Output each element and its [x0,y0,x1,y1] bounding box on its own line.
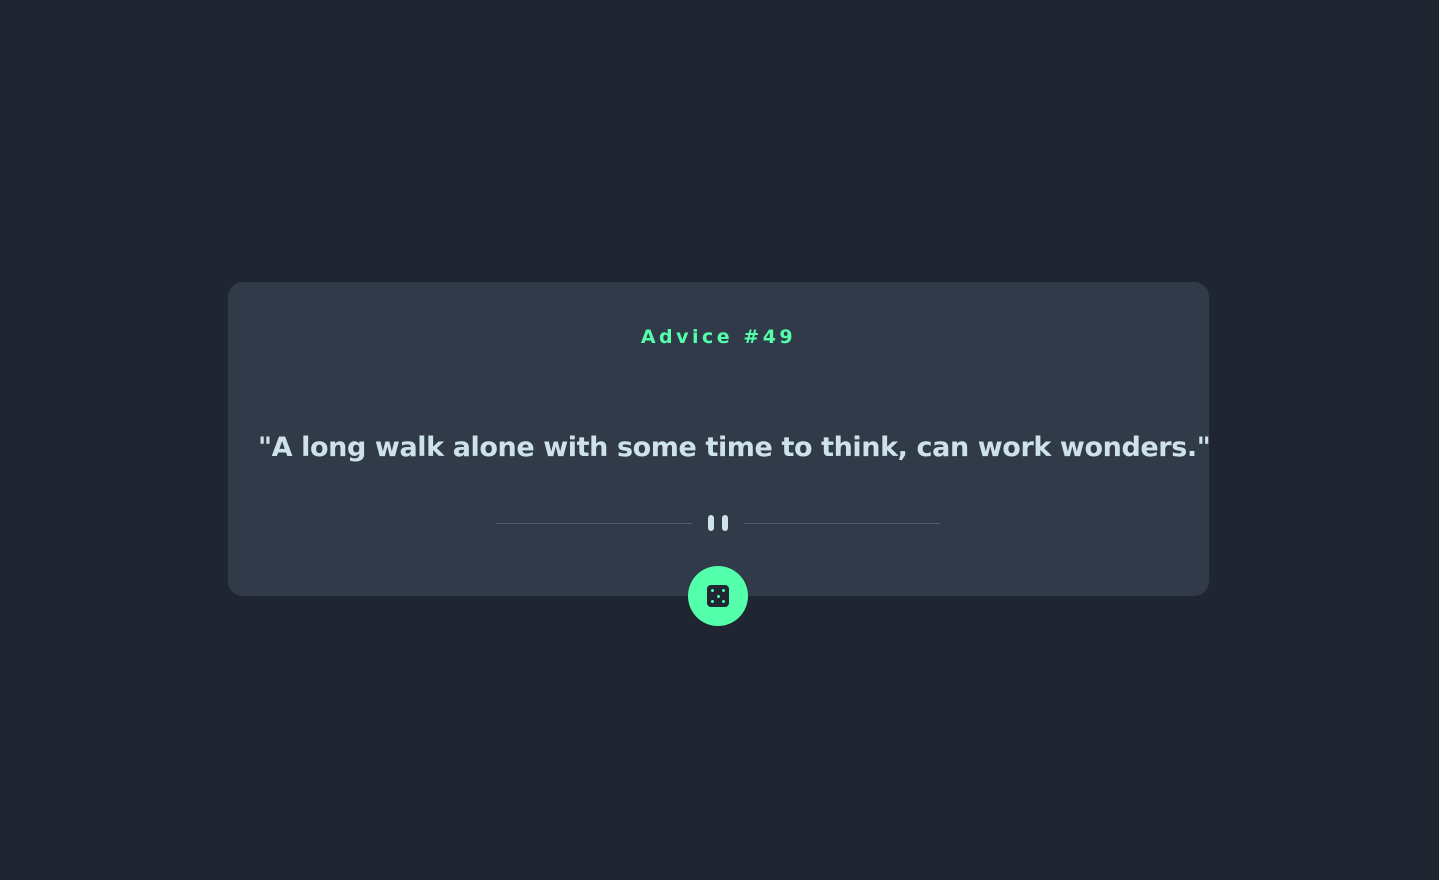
advice-quote: "A long walk alone with some time to thi… [258,432,1211,463]
dice-dot [722,589,725,592]
divider-line-right [744,523,940,524]
dice-icon [707,585,729,607]
dice-dot [711,600,714,603]
dice-dot [716,594,720,598]
pattern-divider [496,514,940,532]
page: Advice #49 "A long walk alone with some … [0,0,1439,880]
advice-id-label: Advice #49 [640,326,797,348]
divider-line-left [496,523,692,524]
dice-dot [722,600,725,603]
dice-dot [711,589,714,592]
pause-bar-left [708,515,714,531]
advice-card: Advice #49 "A long walk alone with some … [228,282,1211,596]
pause-bar-right [722,515,728,531]
pause-divider-icon [708,515,728,531]
new-advice-dice-button[interactable] [688,566,748,626]
